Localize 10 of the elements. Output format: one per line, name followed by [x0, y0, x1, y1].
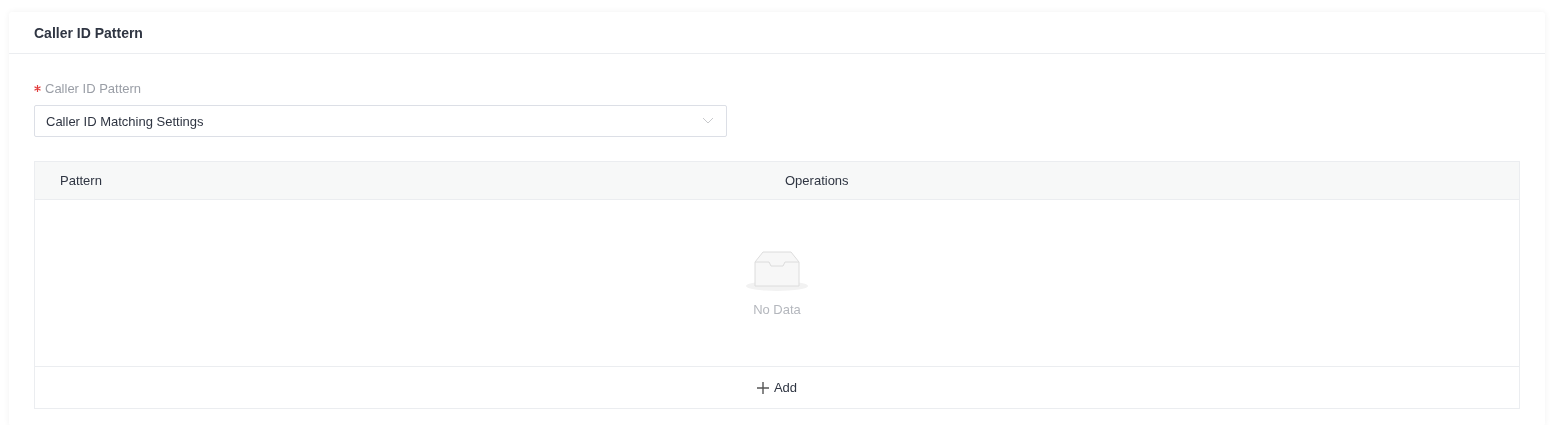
card-title: Caller ID Pattern — [34, 24, 143, 41]
empty-box-icon — [745, 249, 809, 292]
column-header: Pattern — [59, 173, 103, 188]
add-button[interactable]: Add — [752, 378, 802, 397]
column-header: Operations — [784, 173, 850, 188]
plus-icon — [756, 381, 769, 394]
field-label: Caller ID Pattern — [45, 80, 142, 96]
empty-message: No Data — [753, 301, 801, 317]
select-field[interactable]: Caller ID Matching Settings — [34, 105, 727, 137]
caret-icon — [702, 117, 714, 125]
